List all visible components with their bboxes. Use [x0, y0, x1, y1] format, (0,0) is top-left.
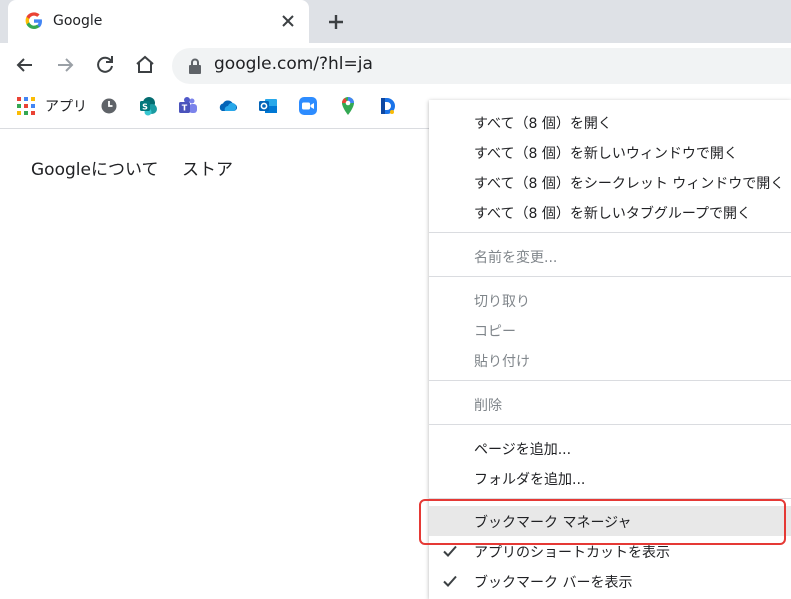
new-tab-plus-icon[interactable]: [324, 10, 348, 34]
google-favicon-icon: [25, 12, 42, 29]
zoom-icon[interactable]: [298, 96, 318, 116]
menu-item-open-all-new-window[interactable]: すべて（8 個）を新しいウィンドウで開く: [429, 137, 791, 167]
reload-icon[interactable]: [93, 53, 117, 77]
dataportal-d-icon[interactable]: [378, 96, 398, 116]
svg-text:S: S: [142, 103, 148, 112]
tab-title: Google: [53, 13, 103, 29]
history-clock-icon[interactable]: [99, 96, 119, 116]
menu-item-add-page[interactable]: ページを追加...: [429, 433, 791, 463]
menu-separator: [429, 232, 791, 233]
menu-item-show-bookmarks-bar[interactable]: ブックマーク バーを表示: [429, 566, 791, 596]
apps-grid-icon[interactable]: [16, 96, 36, 116]
menu-item-copy: コピー: [474, 324, 516, 340]
menu-item-open-all[interactable]: すべて（8 個）を開く: [429, 107, 791, 137]
menu-item-add-folder[interactable]: フォルダを追加...: [429, 463, 791, 493]
lock-icon[interactable]: [188, 58, 202, 74]
sharepoint-icon[interactable]: S: [138, 96, 158, 116]
red-highlight-box: [419, 499, 786, 545]
close-tab-icon[interactable]: [278, 11, 298, 31]
svg-text:T: T: [182, 104, 188, 113]
menu-item-cut: 切り取り: [474, 294, 530, 310]
about-google-link[interactable]: Googleについて: [31, 155, 158, 180]
menu-separator: [429, 380, 791, 381]
menu-item-open-all-incognito[interactable]: すべて（8 個）をシークレット ウィンドウで開く: [429, 167, 791, 197]
menu-item-delete: 削除: [474, 398, 502, 414]
menu-item-rename: 名前を変更...: [474, 250, 558, 266]
back-arrow-icon[interactable]: [13, 53, 37, 77]
checkmark-icon: [443, 545, 457, 557]
outlook-icon[interactable]: [258, 96, 278, 116]
google-maps-icon[interactable]: [338, 96, 358, 116]
store-link[interactable]: ストア: [182, 155, 233, 180]
onedrive-icon[interactable]: [218, 96, 238, 116]
forward-arrow-icon[interactable]: [53, 53, 77, 77]
teams-icon[interactable]: T: [178, 96, 198, 116]
menu-separator: [429, 276, 791, 277]
apps-bookmark-label[interactable]: アプリ: [45, 96, 87, 116]
menu-item-open-all-tab-group[interactable]: すべて（8 個）を新しいタブグループで開く: [429, 197, 791, 227]
address-bar-url[interactable]: google.com/?hl=ja: [214, 54, 373, 74]
tab-strip: Google: [0, 0, 791, 43]
menu-item-paste: 貼り付け: [474, 354, 530, 370]
tab-google[interactable]: Google: [8, 0, 309, 43]
checkmark-icon: [443, 575, 457, 587]
menu-separator: [429, 424, 791, 425]
home-icon[interactable]: [133, 53, 157, 77]
